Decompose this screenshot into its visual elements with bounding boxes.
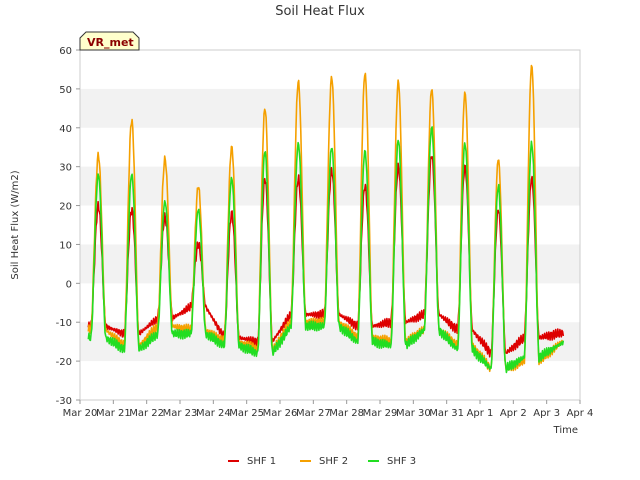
x-tick-label: Mar 23 (163, 408, 198, 419)
x-tick-label: Mar 26 (263, 408, 298, 419)
x-axis: Mar 20Mar 21Mar 22Mar 23Mar 24Mar 25Mar … (63, 400, 594, 419)
legend: SHF 1 SHF 2 SHF 3 (228, 456, 416, 467)
x-axis-title: Time (553, 425, 578, 436)
y-tick-label: 20 (59, 202, 72, 213)
y-tick-label: 50 (59, 85, 72, 96)
x-tick-label: Mar 31 (429, 408, 464, 419)
site-badge-label: VR_met (87, 36, 134, 49)
y-tick-label: 0 (66, 279, 72, 290)
x-tick-label: Mar 29 (363, 408, 398, 419)
x-tick-label: Mar 27 (296, 408, 331, 419)
site-badge: VR_met (79, 31, 140, 51)
x-tick-label: Mar 25 (229, 408, 264, 419)
x-tick-label: Mar 24 (196, 408, 231, 419)
x-tick-label: Apr 2 (500, 408, 527, 419)
y-tick-label: 30 (59, 163, 72, 174)
x-tick-label: Apr 4 (567, 408, 594, 419)
x-tick-label: Mar 28 (329, 408, 364, 419)
y-tick-label: 10 (59, 240, 72, 251)
x-tick-label: Mar 22 (129, 408, 164, 419)
x-tick-label: Apr 3 (533, 408, 560, 419)
y-axis: -30 -20 -10 0 10 20 30 40 50 60 (56, 46, 80, 407)
y-tick-label: -30 (56, 396, 72, 407)
grid-band (80, 244, 580, 284)
y-tick-label: 60 (59, 46, 72, 57)
legend-label: SHF 2 (319, 456, 348, 467)
x-tick-label: Apr 1 (467, 408, 494, 419)
y-axis-title: Soil Heat Flux (W/m2) (10, 170, 21, 279)
y-tick-label: 40 (59, 124, 72, 135)
x-tick-label: Mar 20 (63, 408, 98, 419)
legend-label: SHF 3 (387, 456, 416, 467)
y-tick-label: -20 (56, 357, 72, 368)
x-tick-label: Mar 30 (396, 408, 431, 419)
soil-heat-flux-chart: -30-20-100102030405060 Mar 20Mar 21Mar 2… (10, 4, 594, 467)
y-tick-label: -10 (56, 318, 72, 329)
x-tick-label: Mar 21 (96, 408, 131, 419)
chart-title: Soil Heat Flux (275, 4, 365, 19)
legend-label: SHF 1 (247, 456, 276, 467)
